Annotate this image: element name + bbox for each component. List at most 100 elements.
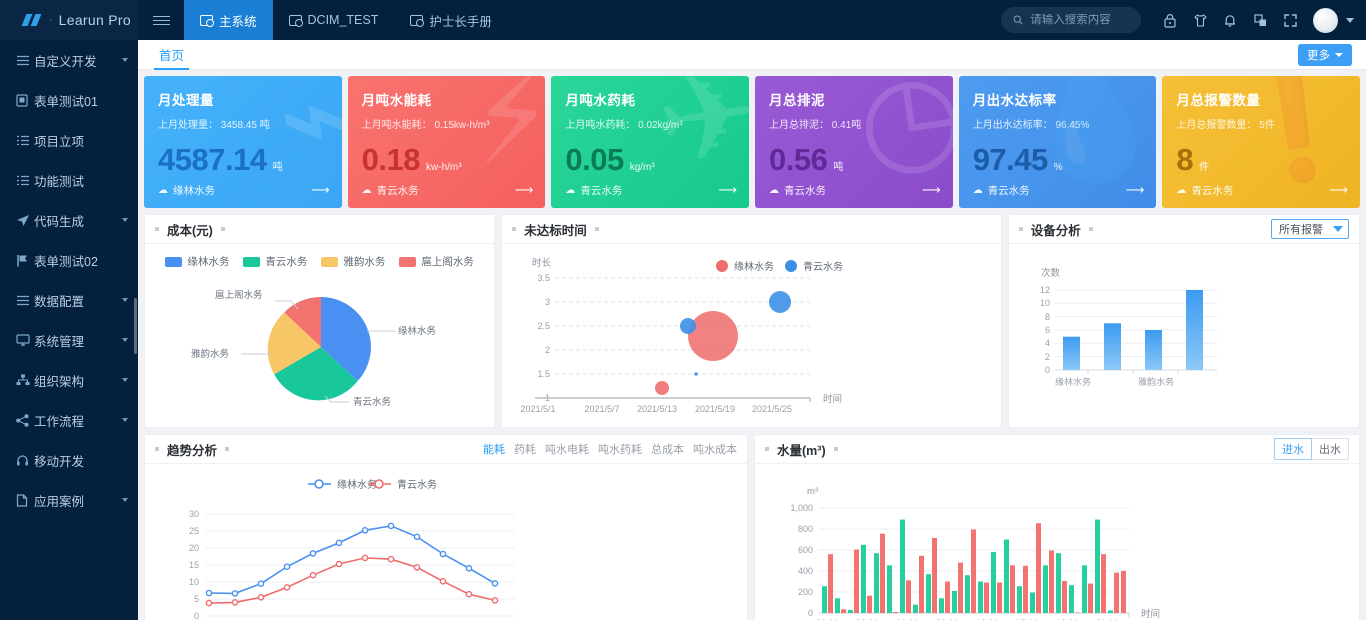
fullscreen-icon[interactable] xyxy=(1275,0,1305,40)
kpi-title: 月总报警数量 xyxy=(1176,89,1346,109)
kpi-subtitle: 上月吨水药耗： 0.02kg/m³ xyxy=(565,116,735,131)
kpi-subtitle: 上月出水达标率： 96.45% xyxy=(973,116,1143,131)
bubble-point[interactable] xyxy=(680,318,696,334)
trend-tab-total-cost[interactable]: 总成本 xyxy=(651,441,684,457)
brand-logo-area[interactable]: · Learun Pro xyxy=(0,0,138,40)
y-tick: 600 xyxy=(798,545,813,555)
kpi-card-total-alarms[interactable]: ❗ 月总报警数量 上月总报警数量： 5件 8 件 ☁ 青云水务 ⟶ xyxy=(1162,76,1360,208)
tab-home[interactable]: 首页 xyxy=(154,40,189,70)
sidebar-item-org-structure[interactable]: 组织架构 xyxy=(0,360,138,400)
page-tab-strip: 首页 更多 xyxy=(138,40,1366,70)
bar-device-2[interactable] xyxy=(1104,323,1121,370)
search-box[interactable] xyxy=(1001,7,1141,33)
arrow-right-icon[interactable]: ⟶ xyxy=(311,182,330,198)
bottom-panel-row: 趋势分析 能耗 药耗 吨水电耗 吨水药耗 总成本 吨水成本 xyxy=(144,434,1360,620)
more-button[interactable]: 更多 xyxy=(1298,44,1352,66)
kpi-card-energy-per-ton[interactable]: ⚡ 月吨水能耗 上月吨水能耗： 0.15kw-h/m³ 0.18 kw-h/m³… xyxy=(348,76,546,208)
arrow-right-icon[interactable]: ⟶ xyxy=(1126,182,1145,198)
chevron-down-icon[interactable] xyxy=(1346,18,1354,23)
kpi-card-total-sludge[interactable]: ◷ 月总排泥 上月总排泥： 0.41吨 0.56 吨 ☁ 青云水务 ⟶ xyxy=(755,76,953,208)
system-tab-dcim[interactable]: DCIM_TEST xyxy=(273,0,395,40)
pie-label-yayun: 雅韵水务 xyxy=(191,348,230,360)
kpi-org: 青云水务 xyxy=(1191,183,1233,198)
legend-label: 青云水务 xyxy=(265,254,307,269)
chevron-down-icon xyxy=(122,418,128,422)
bubble-point[interactable] xyxy=(688,311,738,361)
arrow-right-icon[interactable]: ⟶ xyxy=(922,182,941,198)
sidebar-item-form-test-01[interactable]: 表单测试01 xyxy=(0,80,138,120)
bar-device-1[interactable] xyxy=(1063,337,1080,370)
bubble-point[interactable] xyxy=(694,372,698,376)
kpi-card-effluent-rate[interactable]: 💧 月出水达标率 上月出水达标率： 96.45% 97.45 % ☁ 青云水务 … xyxy=(959,76,1157,208)
sidebar-item-label: 系统管理 xyxy=(34,331,118,350)
kpi-unit: 件 xyxy=(1199,158,1209,173)
legend-item[interactable]: 雅韵水务 xyxy=(321,254,385,269)
chevron-down-icon xyxy=(122,218,128,222)
chevron-down-icon xyxy=(1335,53,1343,57)
trend-line-yuanlin[interactable] xyxy=(209,526,495,594)
arrow-right-icon[interactable]: ⟶ xyxy=(515,182,534,198)
list-icon xyxy=(16,295,34,306)
alarm-filter-select[interactable]: 所有报警 xyxy=(1271,219,1349,239)
hamburger-icon xyxy=(153,16,170,25)
kpi-card-monthly-treatment[interactable]: ⌁ 月处理量 上月处理量： 3458.45 吨 4587.14 吨 ☁ 缘林水务… xyxy=(144,76,342,208)
windows-icon[interactable] xyxy=(1245,0,1275,40)
kpi-unit: % xyxy=(1054,162,1063,173)
shirt-icon[interactable] xyxy=(1185,0,1215,40)
system-tab-main[interactable]: 主系统 xyxy=(184,0,273,40)
sidebar-item-function-test[interactable]: 功能测试 xyxy=(0,160,138,200)
kpi-main-value-row: 0.56 吨 xyxy=(769,142,939,178)
cloud-icon: ☁ xyxy=(1176,185,1186,196)
water-bars-inflow[interactable] xyxy=(822,520,1113,613)
water-outflow-button[interactable]: 出水 xyxy=(1312,438,1349,460)
bubble-point[interactable] xyxy=(769,291,791,313)
bar-device-4[interactable] xyxy=(1186,290,1203,370)
trend-tab-chemical[interactable]: 药耗 xyxy=(514,441,536,457)
trend-tab-energy[interactable]: 能耗 xyxy=(483,441,505,457)
trend-tab-cost-per-ton[interactable]: 吨水成本 xyxy=(693,441,737,457)
monitor-icon xyxy=(200,15,213,26)
trend-tab-chem-per-ton[interactable]: 吨水药耗 xyxy=(598,441,642,457)
bar-device-3[interactable] xyxy=(1145,330,1162,370)
arrow-right-icon[interactable]: ⟶ xyxy=(1329,182,1348,198)
middle-panel-row: 成本(元) 缘林水务 青云水务 xyxy=(144,214,1360,428)
trend-legend: 缘林水务 青云水务 xyxy=(308,478,437,491)
y-tick: 5 xyxy=(194,594,199,604)
avatar[interactable] xyxy=(1313,8,1338,33)
sidebar-item-form-test-02[interactable]: 表单测试02 xyxy=(0,240,138,280)
panel-cost: 成本(元) 缘林水务 青云水务 xyxy=(144,214,495,428)
cloud-icon: ☁ xyxy=(362,185,372,196)
sidebar-item-custom-dev[interactable]: 自定义开发 xyxy=(0,40,138,80)
square-marker-icon xyxy=(1089,227,1093,231)
bell-icon[interactable] xyxy=(1215,0,1245,40)
bubble-point[interactable] xyxy=(655,381,669,395)
trend-tab-power-per-ton[interactable]: 吨水电耗 xyxy=(545,441,589,457)
kpi-subtitle: 上月总排泥： 0.41吨 xyxy=(769,116,939,131)
x-tick: 2021/5/25 xyxy=(752,404,792,414)
more-button-label: 更多 xyxy=(1307,47,1330,63)
water-bars-outflow[interactable] xyxy=(828,523,1126,613)
lock-icon[interactable] xyxy=(1155,0,1185,40)
sidebar-item-label: 数据配置 xyxy=(34,291,118,310)
menu-toggle-button[interactable] xyxy=(138,0,184,40)
system-tab-nurse[interactable]: 护士长手册 xyxy=(394,0,508,40)
sidebar-item-code-gen[interactable]: 代码生成 xyxy=(0,200,138,240)
water-inflow-button[interactable]: 进水 xyxy=(1274,438,1312,460)
kpi-card-chemical-per-ton[interactable]: ✈ 月吨水药耗 上月吨水药耗： 0.02kg/m³ 0.05 kg/m³ ☁ 青… xyxy=(551,76,749,208)
legend-item[interactable]: 缘林水务 xyxy=(165,254,229,269)
sidebar-scrollbar[interactable] xyxy=(134,298,137,354)
sidebar-item-app-cases[interactable]: 应用案例 xyxy=(0,480,138,520)
sidebar-item-label: 移动开发 xyxy=(34,451,128,470)
sidebar-item-mobile-dev[interactable]: 移动开发 xyxy=(0,440,138,480)
legend-item[interactable]: 青云水务 xyxy=(243,254,307,269)
sidebar-item-system-manage[interactable]: 系统管理 xyxy=(0,320,138,360)
panel-unmet-body: 时长 3.5 3 2.5 2 1.5 xyxy=(502,244,1001,428)
kpi-title: 月处理量 xyxy=(158,89,328,109)
sidebar-item-workflow[interactable]: 工作流程 xyxy=(0,400,138,440)
arrow-right-icon[interactable]: ⟶ xyxy=(718,182,737,198)
legend-item[interactable]: 扈上阁水务 xyxy=(399,254,474,269)
search-input[interactable] xyxy=(1030,14,1129,26)
sidebar-item-project-setup[interactable]: 项目立项 xyxy=(0,120,138,160)
monitor-icon xyxy=(289,15,302,26)
sidebar-item-data-config[interactable]: 数据配置 xyxy=(0,280,138,320)
